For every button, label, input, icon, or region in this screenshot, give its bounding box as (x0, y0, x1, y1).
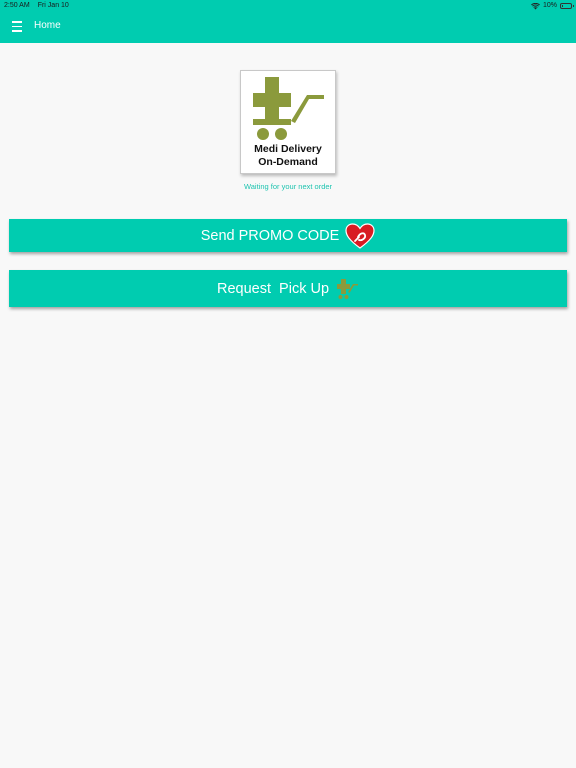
send-promo-code-label: Send PROMO CODE (200, 227, 340, 244)
logo-line-1: Medi Delivery (254, 143, 322, 155)
send-promo-code-button[interactable]: Send PROMO CODE (9, 219, 567, 252)
status-bar: 2:50 AM Fri Jan 10 10% (0, 0, 576, 12)
pickup-cart-icon (335, 277, 359, 301)
status-date: Fri Jan 10 (37, 2, 69, 9)
page-title: Home (34, 20, 61, 31)
logo-line-2: On-Demand (258, 155, 318, 168)
app-bar: Home (0, 12, 576, 43)
logo-title: Medi Delivery On-Demand (241, 143, 335, 168)
battery-icon (560, 3, 574, 9)
heart-icon (345, 222, 375, 249)
hamburger-menu-icon[interactable] (12, 21, 24, 33)
app-logo-card: Medi Delivery On-Demand (240, 70, 336, 174)
status-time: 2:50 AM (4, 2, 30, 9)
battery-level (562, 5, 563, 7)
status-right: 10% (530, 0, 574, 12)
battery-percentage: 10% (542, 2, 557, 9)
medical-cart-icon (253, 77, 324, 140)
request-pickup-button[interactable]: Request Pick Up (9, 270, 567, 307)
status-left: 2:50 AM Fri Jan 10 (4, 0, 69, 12)
wifi-icon (530, 2, 540, 10)
order-status-message: Waiting for your next order (243, 182, 333, 191)
request-pickup-label: Request Pick Up (216, 280, 330, 297)
